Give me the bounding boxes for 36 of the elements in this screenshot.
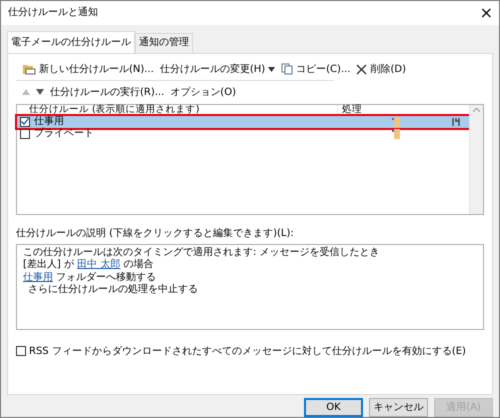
rule-name: プライベート (34, 126, 95, 142)
description-link[interactable]: 田中 太郎 (77, 259, 120, 270)
description-line: [差出人] が 田中 太郎 の場合 (23, 259, 154, 272)
rule-row[interactable]: 仕事用 (17, 116, 469, 128)
delete-icon (356, 64, 368, 75)
toolbar-button[interactable]: 新しい仕分けルール(N)... (39, 62, 154, 77)
column-header: 処理 (341, 104, 362, 115)
scrollbar[interactable] (469, 104, 483, 214)
close-button[interactable]: × (480, 4, 493, 21)
rule-row[interactable]: プライベート (17, 128, 469, 140)
toolbar-button[interactable]: 仕分けルールの実行(R)... (50, 84, 164, 100)
folder-move-icon (392, 116, 400, 127)
tab[interactable]: 電子メールの仕分けルール (7, 30, 135, 53)
checkbox[interactable] (20, 128, 30, 139)
toolbar-button[interactable]: オプション(O) (170, 84, 236, 100)
toolbar-button[interactable]: 削除(D) (370, 62, 406, 77)
window-title: 仕分けルールと通知 (8, 6, 98, 20)
checkbox[interactable] (20, 116, 30, 127)
toolbar-button[interactable]: コピー(C)... (296, 62, 350, 77)
toolbar-button[interactable]: 仕分けルールの変更(H) (160, 62, 266, 77)
rule-name: 仕事用 (34, 115, 65, 128)
folder-icon (22, 63, 36, 76)
description-line: 仕事用 フォルダーへ移動する (23, 272, 156, 284)
dialog-button[interactable]: OK (304, 398, 363, 417)
caret-icon[interactable] (268, 66, 276, 72)
copy-icon (281, 63, 294, 76)
folder-move-icon (392, 128, 400, 139)
move-down-icon[interactable] (36, 89, 44, 96)
description-link[interactable]: 仕事用 (23, 272, 53, 283)
tab[interactable]: 通知の管理 (135, 32, 193, 53)
description-line: さらに仕分けルールの処理を中止する (27, 284, 198, 297)
description-label: 仕分けルールの説明 (下線をクリックすると編集できます)(L): (16, 226, 295, 241)
checkbox[interactable] (16, 346, 26, 356)
checkbox-label: RSS フィードからダウンロードされたすべてのメッセージに対して仕分けルールを有効にする(E) (29, 344, 466, 359)
description-line: この仕分けルールは次のタイミングで適用されます: メッセージを受信したとき (23, 246, 380, 258)
dialog-button[interactable]: キャンセル (369, 398, 428, 417)
